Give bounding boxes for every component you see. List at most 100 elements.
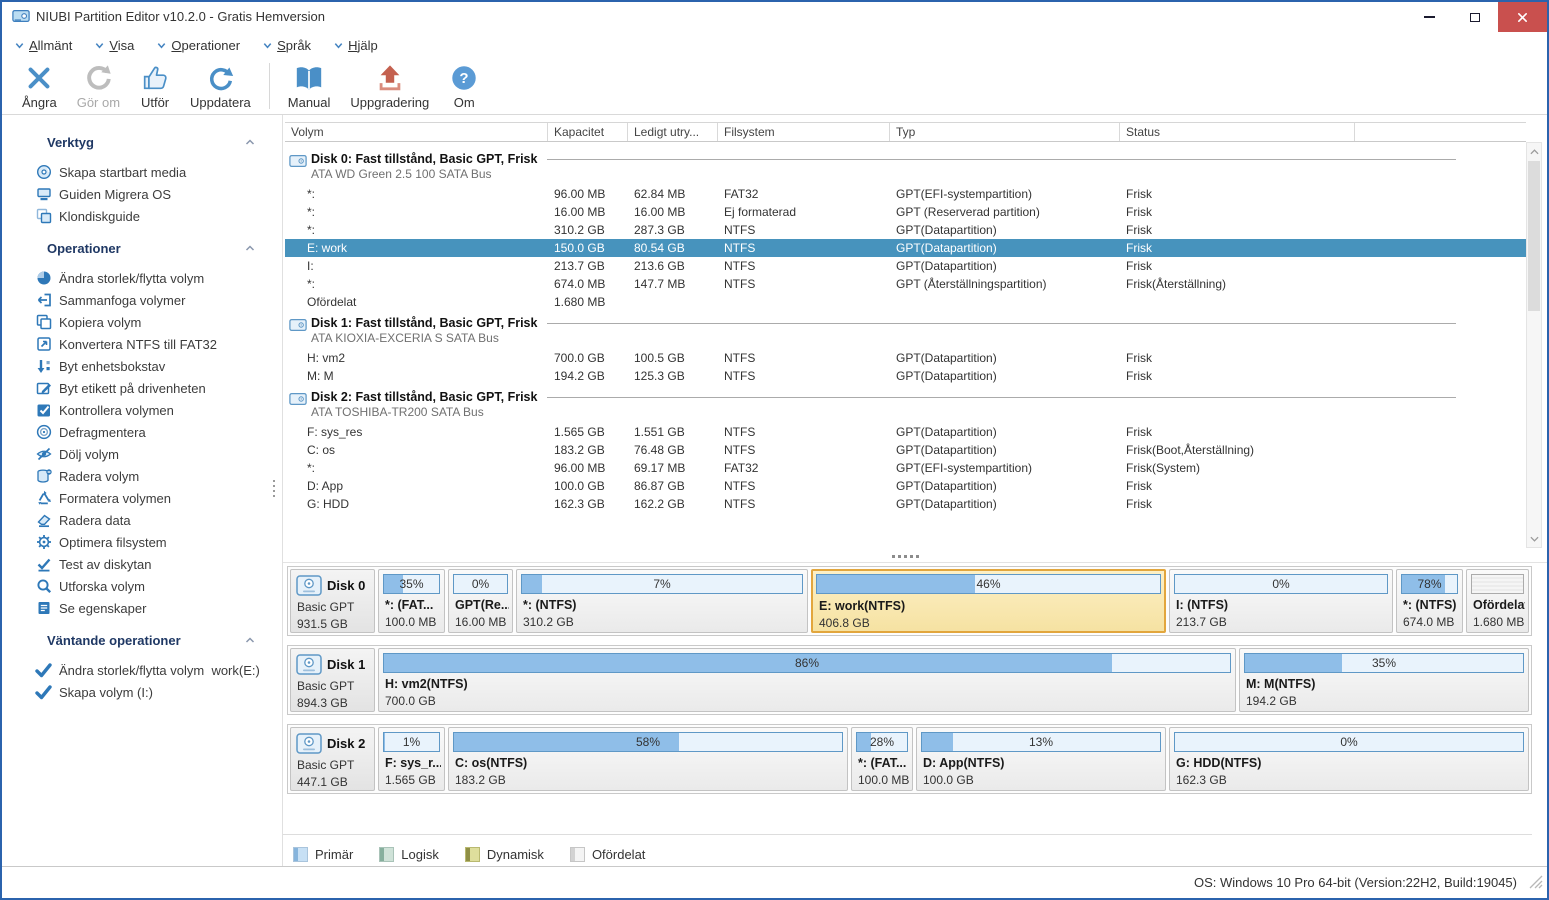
sidebar-item-sammanfoga-volymer[interactable]: Sammanfoga volymer bbox=[2, 289, 282, 311]
cell-free: 125.3 GB bbox=[634, 369, 685, 383]
partition-label: I: (NTFS) bbox=[1176, 598, 1229, 612]
partition-cell-m-m-ntfs[interactable]: 35% M: M(NTFS) 194.2 GB bbox=[1239, 648, 1529, 712]
close-button[interactable] bbox=[1498, 2, 1547, 32]
ngra-button[interactable]: Ångra bbox=[12, 59, 67, 110]
utf-r-button[interactable]: Utför bbox=[130, 59, 180, 110]
partition-cell-g-hdd-ntfs[interactable]: 0% G: HDD(NTFS) 162.3 GB bbox=[1169, 727, 1529, 791]
sidebar-item-konvertera-ntfs-till-fat32[interactable]: Konvertera NTFS till FAT32 bbox=[2, 333, 282, 355]
partition-cell-fat[interactable]: 35% *: (FAT... 100.0 MB bbox=[378, 569, 445, 633]
table-scrollbar[interactable] bbox=[1526, 142, 1542, 548]
sidebar-item-radera-volym[interactable]: Radera volym bbox=[2, 465, 282, 487]
volume-row-c-os[interactable]: C: os 183.2 GB 76.48 GB NTFS GPT(Datapartiti… bbox=[285, 441, 1526, 459]
sidebar-item-ndra-storlek-flytta-volym[interactable]: Ändra storlek/flytta volym bbox=[2, 267, 282, 289]
sidebar-item-skapa-startbart-media[interactable]: Skapa startbart media bbox=[2, 161, 282, 183]
maximize-button[interactable] bbox=[1452, 2, 1498, 32]
sidebar-item-skapa-volym-i[interactable]: Skapa volym (I:) bbox=[2, 681, 282, 703]
sidebar-item-test-av-diskytan[interactable]: Test av diskytan bbox=[2, 553, 282, 575]
volume-row-e-work[interactable]: E: work 150.0 GB 80.54 GB NTFS GPT(Dataparti… bbox=[285, 239, 1526, 257]
uppdatera-button[interactable]: Uppdatera bbox=[180, 59, 261, 110]
volume-row-[interactable]: *: 16.00 MB 16.00 MB Ej formaterad GPT (Rese… bbox=[285, 203, 1526, 221]
column-header-kapacitet[interactable]: Kapacitet bbox=[548, 123, 628, 141]
sidebar-item-kontrollera-volymen[interactable]: Kontrollera volymen bbox=[2, 399, 282, 421]
sidebar-item-formatera-volymen[interactable]: Formatera volymen bbox=[2, 487, 282, 509]
sidebar-item-radera-data[interactable]: Radera data bbox=[2, 509, 282, 531]
disk-group-header[interactable]: Disk 1: Fast tillstånd, Basic GPT, Frisk… bbox=[285, 316, 1526, 349]
sidebar-splitter-handle[interactable] bbox=[273, 480, 275, 497]
menu-hj-lp[interactable]: Hjälp bbox=[333, 38, 378, 53]
volume-row-[interactable]: *: 310.2 GB 287.3 GB NTFS GPT(Datapartition)… bbox=[285, 221, 1526, 239]
disk-group-header[interactable]: Disk 0: Fast tillstånd, Basic GPT, Frisk… bbox=[285, 152, 1526, 185]
uppgradering-button[interactable]: Uppgradering bbox=[340, 59, 439, 110]
sidebar-item-byt-etikett-p-drivenheten[interactable]: Byt etikett på drivenheten bbox=[2, 377, 282, 399]
sidebar-section-v-ntande-operationer[interactable]: Väntande operationer bbox=[2, 629, 282, 651]
legend-item-dynamisk: Dynamisk bbox=[464, 846, 544, 862]
partition-cell-fat[interactable]: 28% *: (FAT... 100.0 MB bbox=[851, 727, 913, 791]
om-button[interactable]: ? Om bbox=[439, 59, 489, 110]
column-header-ledigt-utry[interactable]: Ledigt utry... bbox=[628, 123, 718, 141]
menu-spr-k[interactable]: Språk bbox=[262, 38, 311, 53]
cell-free: 213.6 GB bbox=[634, 259, 685, 273]
format-icon bbox=[35, 490, 52, 506]
scroll-up-icon[interactable] bbox=[1527, 144, 1541, 159]
volume-row-h-vm2[interactable]: H: vm2 700.0 GB 100.5 GB NTFS GPT(Datapartit… bbox=[285, 349, 1526, 367]
sidebar-item-utforska-volym[interactable]: Utforska volym bbox=[2, 575, 282, 597]
cell-type: GPT (Återställningspartition) bbox=[896, 277, 1047, 291]
cell-free: 80.54 GB bbox=[634, 241, 685, 255]
menu-allm-nt[interactable]: Allmänt bbox=[14, 38, 72, 53]
upgrade-icon bbox=[375, 62, 405, 94]
sidebar-section-operationer[interactable]: Operationer bbox=[2, 237, 282, 259]
sidebar-item-label: Radera data bbox=[59, 512, 131, 528]
partition-cell-ntfs[interactable]: 7% *: (NTFS) 310.2 GB bbox=[516, 569, 808, 633]
sidebar-item-defragmentera[interactable]: Defragmentera bbox=[2, 421, 282, 443]
disk-map-header-disk-1[interactable]: Disk 1 Basic GPT 894.3 GB bbox=[290, 648, 375, 712]
sidebar-item-byt-enhetsbokstav[interactable]: Byt enhetsbokstav bbox=[2, 355, 282, 377]
cell-volume: G: HDD bbox=[307, 497, 349, 511]
volume-row-m-m[interactable]: M: M 194.2 GB 125.3 GB NTFS GPT(Datapartitio… bbox=[285, 367, 1526, 385]
sidebar-item-klondiskguide[interactable]: Klondiskguide bbox=[2, 205, 282, 227]
sidebar-item-optimera-filsystem[interactable]: Optimera filsystem bbox=[2, 531, 282, 553]
partition-cell-ntfs[interactable]: 78% *: (NTFS) 674.0 MB bbox=[1396, 569, 1463, 633]
partition-cell-d-app-ntfs[interactable]: 13% D: App(NTFS) 100.0 GB bbox=[916, 727, 1166, 791]
disk-group-header[interactable]: Disk 2: Fast tillstånd, Basic GPT, Frisk… bbox=[285, 390, 1526, 423]
partition-cell-gpt-re[interactable]: 0% GPT(Re... 16.00 MB bbox=[448, 569, 513, 633]
volume-row-i[interactable]: I: 213.7 GB 213.6 GB NTFS GPT(Datapartition)… bbox=[285, 257, 1526, 275]
partition-cell-e-work-ntfs[interactable]: 46% E: work(NTFS) 406.8 GB bbox=[811, 569, 1166, 633]
menu-visa[interactable]: Visa bbox=[94, 38, 134, 53]
sidebar-item-guiden-migrera-os[interactable]: Guiden Migrera OS bbox=[2, 183, 282, 205]
sidebar-item-se-egenskaper[interactable]: Se egenskaper bbox=[2, 597, 282, 619]
disk-icon bbox=[289, 153, 307, 185]
sidebar-item-kopiera-volym[interactable]: Kopiera volym bbox=[2, 311, 282, 333]
partition-size: 674.0 MB bbox=[1403, 615, 1455, 629]
cell-filler bbox=[1355, 257, 1526, 275]
volume-row-g-hdd[interactable]: G: HDD 162.3 GB 162.2 GB NTFS GPT(Datapartit… bbox=[285, 495, 1526, 513]
column-header-typ[interactable]: Typ bbox=[890, 123, 1120, 141]
volume-row-d-app[interactable]: D: App 100.0 GB 86.87 GB NTFS GPT(Datapartit… bbox=[285, 477, 1526, 495]
volume-row-[interactable]: *: 674.0 MB 147.7 MB NTFS GPT (Återställning… bbox=[285, 275, 1526, 293]
menu-operationer[interactable]: Operationer bbox=[156, 38, 240, 53]
partition-cell-of-rdelat[interactable]: Ofördelat 1.680 MB bbox=[1466, 569, 1529, 633]
column-header-filsystem[interactable]: Filsystem bbox=[718, 123, 890, 141]
volume-row-of-rdelat[interactable]: Ofördelat 1.680 MB bbox=[285, 293, 1526, 311]
sidebar-item-d-lj-volym[interactable]: Dölj volym bbox=[2, 443, 282, 465]
volume-row-f-sys-res[interactable]: F: sys_res 1.565 GB 1.551 GB NTFS GPT(Datapa… bbox=[285, 423, 1526, 441]
volume-row-[interactable]: *: 96.00 MB 69.17 MB FAT32 GPT(EFI-systempar… bbox=[285, 459, 1526, 477]
partition-cell-f-sys-r[interactable]: 1% F: sys_r... 1.565 GB bbox=[378, 727, 445, 791]
partition-cell-c-os-ntfs[interactable]: 58% C: os(NTFS) 183.2 GB bbox=[448, 727, 848, 791]
partition-cell-i-ntfs[interactable]: 0% I: (NTFS) 213.7 GB bbox=[1169, 569, 1393, 633]
partition-cell-h-vm2-ntfs[interactable]: 86% H: vm2(NTFS) 700.0 GB bbox=[378, 648, 1236, 712]
manual-button[interactable]: Manual bbox=[278, 59, 341, 110]
sidebar-section-verktyg[interactable]: Verktyg bbox=[2, 131, 282, 153]
disk-map-header-disk-0[interactable]: Disk 0 Basic GPT 931.5 GB bbox=[290, 569, 375, 633]
sidebar-item-ndra-storlek-flytta-volym-work-e[interactable]: Ändra storlek/flytta volym work(E:) bbox=[2, 659, 282, 681]
scrollbar-thumb[interactable] bbox=[1528, 161, 1540, 311]
pane-splitter-handle[interactable] bbox=[285, 551, 1526, 561]
minimize-button[interactable] bbox=[1406, 2, 1452, 32]
column-header-status[interactable]: Status bbox=[1120, 123, 1355, 141]
resize-grip-icon[interactable] bbox=[1529, 875, 1543, 894]
column-header-volym[interactable]: Volym bbox=[285, 123, 548, 141]
volume-row-[interactable]: *: 96.00 MB 62.84 MB FAT32 GPT(EFI-systempar… bbox=[285, 185, 1526, 203]
g-r-om-button[interactable]: Gör om bbox=[67, 59, 130, 110]
disk-map-header-disk-2[interactable]: Disk 2 Basic GPT 447.1 GB bbox=[290, 727, 375, 791]
cell-capacity: 96.00 MB bbox=[554, 187, 606, 201]
scroll-down-icon[interactable] bbox=[1527, 531, 1541, 546]
